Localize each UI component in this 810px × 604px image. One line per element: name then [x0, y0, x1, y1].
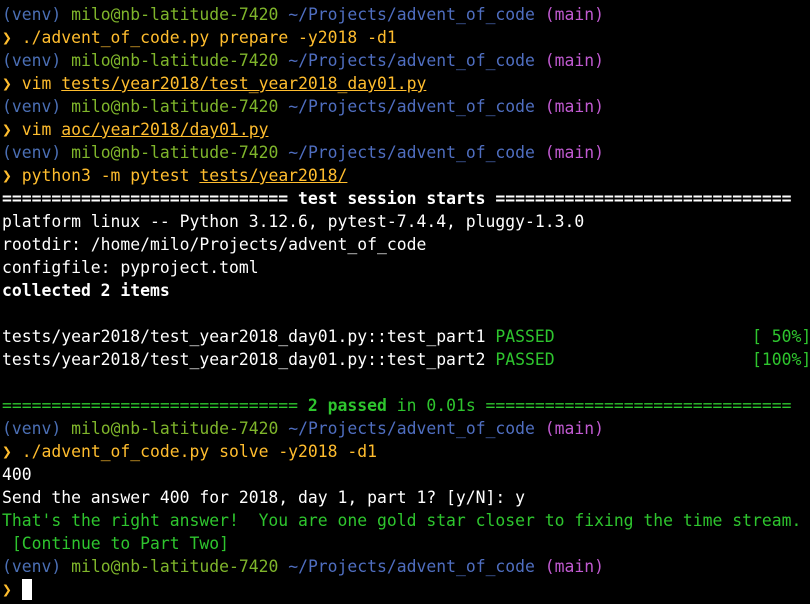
prompt-chevron-icon: ❯: [2, 74, 12, 93]
active-command-line[interactable]: ❯: [0, 578, 810, 601]
cwd-path: ~/Projects/advent_of_code: [288, 143, 535, 162]
prompt-line: (venv) milo@nb-latitude-7420 ~/Projects/…: [0, 555, 810, 578]
prompt-line: (venv) milo@nb-latitude-7420 ~/Projects/…: [0, 3, 810, 26]
test-name: tests/year2018/test_year2018_day01.py::t…: [2, 327, 496, 346]
git-branch: (main): [544, 5, 604, 24]
prompt-chevron-icon: ❯: [2, 120, 12, 139]
git-branch: (main): [544, 97, 604, 116]
cwd-path: ~/Projects/advent_of_code: [288, 51, 535, 70]
user-host: milo@nb-latitude-7420: [71, 143, 279, 162]
rule-left: =============================: [2, 189, 299, 208]
git-branch: (main): [544, 143, 604, 162]
text-cursor[interactable]: [21, 579, 32, 600]
prompt-chevron-icon: ❯: [2, 580, 12, 599]
platform-line: platform linux -- Python 3.12.6, pytest-…: [2, 212, 585, 231]
pytest-summary: ============================== 2 passed …: [0, 394, 810, 417]
user-host: milo@nb-latitude-7420: [71, 97, 279, 116]
git-branch: (main): [544, 51, 604, 70]
user-host: milo@nb-latitude-7420: [71, 419, 279, 438]
test-result-row: tests/year2018/test_year2018_day01.py::t…: [0, 348, 810, 371]
prompt-chevron-icon: ❯: [2, 166, 12, 185]
prompt-line: (venv) milo@nb-latitude-7420 ~/Projects/…: [0, 49, 810, 72]
collected-line: collected 2 items: [2, 281, 170, 300]
cwd-path: ~/Projects/advent_of_code: [288, 419, 535, 438]
test-result-row: tests/year2018/test_year2018_day01.py::t…: [0, 325, 810, 348]
test-progress: [100%]: [752, 350, 810, 369]
rule-right: ===============================: [475, 396, 792, 415]
continue-link[interactable]: [Continue to Part Two]: [0, 532, 810, 555]
answer-output: 400: [2, 465, 32, 484]
command-text: python3 -m pytest: [21, 166, 200, 185]
git-branch: (main): [544, 419, 604, 438]
venv-indicator: (venv): [2, 557, 62, 576]
summary-passed: 2 passed: [307, 396, 387, 415]
venv-indicator: (venv): [2, 419, 62, 438]
user-host: milo@nb-latitude-7420: [71, 557, 279, 576]
venv-indicator: (venv): [2, 5, 62, 24]
command-line: ❯ vim aoc/year2018/day01.py: [0, 118, 810, 141]
test-progress: [ 50%]: [752, 327, 810, 346]
test-status-badge: PASSED: [495, 350, 555, 369]
user-host: milo@nb-latitude-7420: [71, 5, 279, 24]
command-line: ❯ ./advent_of_code.py solve -y2018 -d1: [0, 440, 810, 463]
response-message: That's the right answer! You are one gol…: [2, 511, 802, 530]
user-host: milo@nb-latitude-7420: [71, 51, 279, 70]
venv-indicator: (venv): [2, 51, 62, 70]
prompt-chevron-icon: ❯: [2, 28, 12, 47]
test-name: tests/year2018/test_year2018_day01.py::t…: [2, 350, 496, 369]
command-text: vim: [21, 74, 62, 93]
prompt-line: (venv) milo@nb-latitude-7420 ~/Projects/…: [0, 141, 810, 164]
file-path-link[interactable]: aoc/year2018/day01.py: [61, 120, 268, 139]
command-text: vim: [21, 120, 62, 139]
cwd-path: ~/Projects/advent_of_code: [288, 97, 535, 116]
prompt-chevron-icon: ❯: [2, 442, 12, 461]
command-text: ./advent_of_code.py prepare -y2018 -d1: [21, 28, 397, 47]
prompt-line: (venv) milo@nb-latitude-7420 ~/Projects/…: [0, 95, 810, 118]
file-path-link[interactable]: tests/year2018/test_year2018_day01.py: [61, 74, 426, 93]
command-line: ❯ vim tests/year2018/test_year2018_day01…: [0, 72, 810, 95]
command-text: ./advent_of_code.py solve -y2018 -d1: [21, 442, 377, 461]
rule-right: ==============================: [485, 189, 792, 208]
rule-left: ==============================: [2, 396, 308, 415]
prompt-line: (venv) milo@nb-latitude-7420 ~/Projects/…: [0, 417, 810, 440]
summary-time: in 0.01s: [386, 396, 476, 415]
send-answer-prompt: Send the answer 400 for 2018, day 1, par…: [2, 488, 526, 507]
rootdir-line: rootdir: /home/milo/Projects/advent_of_c…: [2, 235, 427, 254]
file-path-link[interactable]: tests/year2018/: [199, 166, 347, 185]
test-status-badge: PASSED: [495, 327, 555, 346]
command-line: ❯ ./advent_of_code.py prepare -y2018 -d1: [0, 26, 810, 49]
venv-indicator: (venv): [2, 143, 62, 162]
session-header-text: test session starts: [298, 189, 486, 208]
cwd-path: ~/Projects/advent_of_code: [288, 5, 535, 24]
cwd-path: ~/Projects/advent_of_code: [288, 557, 535, 576]
venv-indicator: (venv): [2, 97, 62, 116]
git-branch: (main): [544, 557, 604, 576]
pytest-session-header: ============================= test sessi…: [0, 187, 810, 210]
command-line: ❯ python3 -m pytest tests/year2018/: [0, 164, 810, 187]
terminal-window[interactable]: (venv) milo@nb-latitude-7420 ~/Projects/…: [0, 0, 810, 604]
configfile-line: configfile: pyproject.toml: [2, 258, 259, 277]
